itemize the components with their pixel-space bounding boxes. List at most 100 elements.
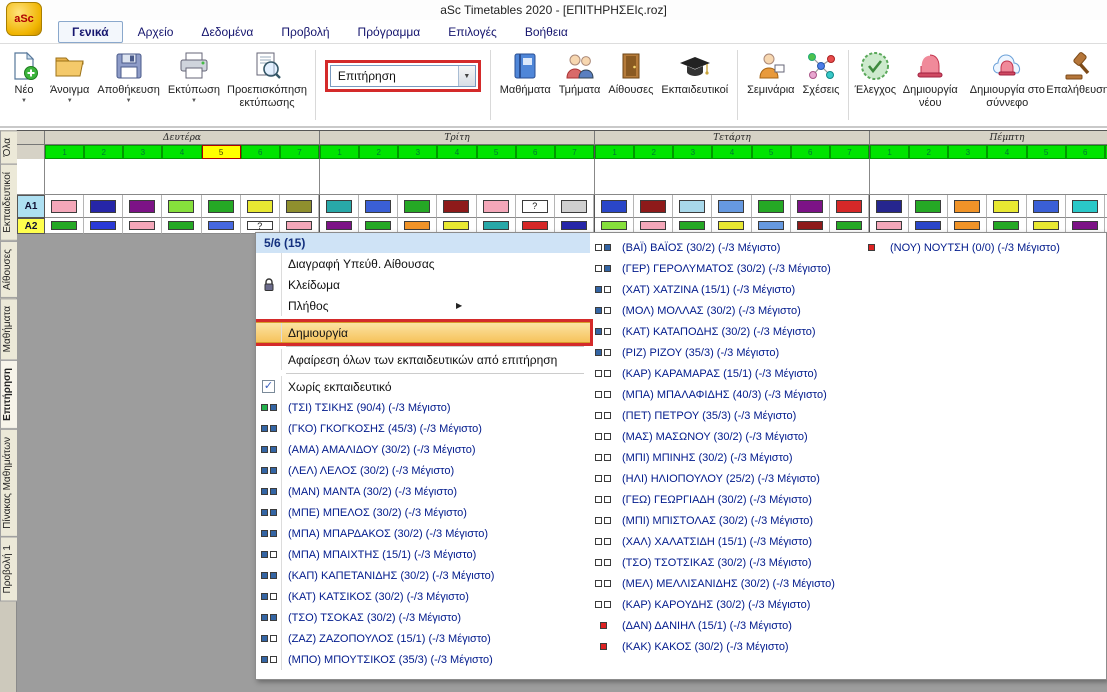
context-menu-item-generate[interactable]: Δημιουργία xyxy=(256,322,590,343)
context-menu-item-no-teacher[interactable]: ✓Χωρίς εκπαιδευτικό xyxy=(256,376,590,397)
timetable-cell[interactable] xyxy=(673,195,712,218)
teacher-item[interactable]: (ΜΠΕ) ΜΠΕΛΟΣ (30/2) (-/3 Μέγιστο) xyxy=(256,502,590,523)
teacher-item[interactable]: (ΗΛΙ) ΗΛΙΟΠΟΥΛΟΥ (25/2) (-/3 Μέγιστο) xyxy=(590,468,858,489)
empty-row-cell[interactable] xyxy=(595,159,870,195)
timetable-cell[interactable] xyxy=(870,195,909,218)
period-cell[interactable]: 3 xyxy=(673,145,712,159)
toolbar-button-relations[interactable]: Σχέσεις xyxy=(799,46,844,100)
period-cell[interactable]: 7 xyxy=(555,145,594,159)
context-menu-item-lock[interactable]: Κλείδωμα xyxy=(256,274,590,295)
toolbar-button-classrooms[interactable]: Αίθουσες xyxy=(604,46,657,100)
teacher-item[interactable]: (ΝΟΥ) ΝΟΥΤΣΗ (0/0) (-/3 Μέγιστο) xyxy=(858,237,1106,258)
teacher-item[interactable]: (ΜΕΛ) ΜΕΛΛΙΣΑΝΙΔΗΣ (30/2) (-/3 Μέγιστο) xyxy=(590,573,858,594)
toolbar-button-print-preview[interactable]: Προεπισκόπηση εκτύπωσης xyxy=(224,46,310,112)
period-cell[interactable]: 3 xyxy=(398,145,437,159)
toolbar-button-save[interactable]: Αποθήκευση▼ xyxy=(93,46,163,107)
timetable-cell[interactable] xyxy=(84,195,123,218)
toolbar-button-open-folder[interactable]: Άνοιγμα▼ xyxy=(46,46,93,107)
timetable-cell[interactable] xyxy=(634,195,673,218)
sidebar-tab-0[interactable]: Όλα xyxy=(0,130,17,164)
period-cell[interactable]: 5 xyxy=(752,145,791,159)
period-cell[interactable]: 5 xyxy=(477,145,516,159)
sidebar-tab-5[interactable]: Πίνακας Μαθημάτων xyxy=(0,429,17,537)
teacher-item[interactable]: (ΚΑΚ) ΚΑΚΟΣ (30/2) (-/3 Μέγιστο) xyxy=(590,636,858,657)
teacher-item[interactable]: (ΤΣΟ) ΤΣΟΚΑΣ (30/2) (-/3 Μέγιστο) xyxy=(256,607,590,628)
teacher-item[interactable]: (ΤΣΙ) ΤΣΙΚΗΣ (90/4) (-/3 Μέγιστο) xyxy=(256,397,590,418)
teacher-item[interactable]: (ΚΑΠ) ΚΑΠΕΤΑΝΙΔΗΣ (30/2) (-/3 Μέγιστο) xyxy=(256,565,590,586)
period-cell[interactable]: 6 xyxy=(791,145,830,159)
teacher-item[interactable]: (ΓΕΡ) ΓΕΡΟΛΥΜΑΤΟΣ (30/2) (-/3 Μέγιστο) xyxy=(590,258,858,279)
dropdown-caret-icon[interactable]: ▼ xyxy=(191,98,197,104)
period-cell-selected[interactable]: 5 xyxy=(202,145,241,159)
menu-item-0[interactable]: Γενικά xyxy=(58,21,123,43)
teacher-item[interactable]: (ΜΠΙ) ΜΠΙΝΗΣ (30/2) (-/3 Μέγιστο) xyxy=(590,447,858,468)
teacher-item[interactable]: (ΚΑΡ) ΚΑΡΑΜΑΡΑΣ (15/1) (-/3 Μέγιστο) xyxy=(590,363,858,384)
teacher-item[interactable]: (ΚΑΤ) ΚΑΤΣΙΚΟΣ (30/2) (-/3 Μέγιστο) xyxy=(256,586,590,607)
teacher-item[interactable]: (ΡΙΖ) ΡΙΖΟΥ (35/3) (-/3 Μέγιστο) xyxy=(590,342,858,363)
period-cell[interactable]: 4 xyxy=(987,145,1026,159)
teacher-item[interactable]: (ΜΠΑ) ΜΠΑΛΑΦΙΔΗΣ (40/3) (-/3 Μέγιστο) xyxy=(590,384,858,405)
teacher-item[interactable]: (ΜΠΑ) ΜΠΑΡΔΑΚΟΣ (30/2) (-/3 Μέγιστο) xyxy=(256,523,590,544)
timetable-cell[interactable] xyxy=(162,195,201,218)
row-label-A1[interactable]: A1 xyxy=(17,195,45,218)
sidebar-tab-4[interactable]: Επιτήρηση xyxy=(0,360,17,429)
teacher-item[interactable]: (ΚΑΡ) ΚΑΡΟΥΔΗΣ (30/2) (-/3 Μέγιστο) xyxy=(590,594,858,615)
period-cell[interactable]: 1 xyxy=(45,145,84,159)
period-cell[interactable]: 7 xyxy=(830,145,869,159)
timetable-cell[interactable] xyxy=(595,195,634,218)
teacher-item[interactable]: (ΓΚΟ) ΓΚΟΓΚΟΣΗΣ (45/3) (-/3 Μέγιστο) xyxy=(256,418,590,439)
checkbox-checked[interactable]: ✓ xyxy=(256,376,282,397)
menu-item-5[interactable]: Επιλογές xyxy=(435,22,510,42)
teacher-item[interactable]: (ΜΠΑ) ΜΠΑΙΧΤΗΣ (15/1) (-/3 Μέγιστο) xyxy=(256,544,590,565)
menu-item-1[interactable]: Αρχείο xyxy=(125,22,187,42)
dropdown-caret-icon[interactable]: ▼ xyxy=(21,98,27,104)
sidebar-tab-1[interactable]: Εκπαιδευτικοί xyxy=(0,164,17,241)
timetable-cell[interactable] xyxy=(45,218,84,234)
period-cell[interactable]: 5 xyxy=(1027,145,1066,159)
period-cell[interactable]: 1 xyxy=(320,145,359,159)
timetable-cell[interactable] xyxy=(45,195,84,218)
timetable-cell[interactable] xyxy=(987,195,1026,218)
dropdown-caret-icon[interactable]: ▼ xyxy=(67,98,73,104)
timetable-cell[interactable] xyxy=(712,195,751,218)
teacher-item[interactable]: (ΓΕΩ) ΓΕΩΡΓΙΑΔΗ (30/2) (-/3 Μέγιστο) xyxy=(590,489,858,510)
timetable-cell[interactable] xyxy=(437,195,476,218)
toolbar-button-classes[interactable]: Τμήματα xyxy=(555,46,605,100)
teacher-item[interactable]: (ΜΠΙ) ΜΠΙΣΤΟΛΑΣ (30/2) (-/3 Μέγιστο) xyxy=(590,510,858,531)
timetable-cell[interactable] xyxy=(162,218,201,234)
empty-row-cell[interactable] xyxy=(45,159,320,195)
context-menu-item-remove-all-teachers-from-supervision[interactable]: Αφαίρεση όλων των εκπαιδευτικών από επιτ… xyxy=(256,349,590,370)
context-menu-item-count[interactable]: Πλήθος▶ xyxy=(256,295,590,316)
teacher-item[interactable]: (ΜΟΛ) ΜΟΛΛΑΣ (30/2) (-/3 Μέγιστο) xyxy=(590,300,858,321)
empty-row-cell[interactable] xyxy=(320,159,595,195)
timetable-cell[interactable] xyxy=(791,195,830,218)
toolbar-button-print[interactable]: Εκτύπωση▼ xyxy=(164,46,224,107)
period-cell[interactable]: 1 xyxy=(870,145,909,159)
row-label-A2[interactable]: A2 xyxy=(17,218,45,234)
timetable-cell[interactable] xyxy=(752,195,791,218)
toolbar-button-lessons[interactable]: Μαθήματα xyxy=(496,46,555,100)
period-cell[interactable]: 4 xyxy=(162,145,201,159)
timetable-cell[interactable] xyxy=(830,195,869,218)
timetable-cell[interactable] xyxy=(241,195,280,218)
toolbar-button-teachers[interactable]: Εκπαιδευτικοί xyxy=(657,46,732,100)
timetable-cell[interactable] xyxy=(1027,195,1066,218)
empty-row-cell[interactable] xyxy=(870,159,1107,195)
timetable-cell[interactable] xyxy=(202,218,241,234)
period-cell[interactable]: 2 xyxy=(909,145,948,159)
menu-item-2[interactable]: Δεδομένα xyxy=(188,22,266,42)
teacher-item[interactable]: (ΠΕΤ) ΠΕΤΡΟΥ (35/3) (-/3 Μέγιστο) xyxy=(590,405,858,426)
sidebar-tab-2[interactable]: Αίθουσες xyxy=(0,241,17,298)
sidebar-tab-3[interactable]: Μαθήματα xyxy=(0,298,17,360)
period-cell[interactable]: 4 xyxy=(437,145,476,159)
period-cell[interactable]: 3 xyxy=(948,145,987,159)
teacher-item[interactable]: (ΚΑΤ) ΚΑΤΑΠΟΔΗΣ (30/2) (-/3 Μέγιστο) xyxy=(590,321,858,342)
timetable-cell[interactable] xyxy=(84,218,123,234)
timetable-cell[interactable] xyxy=(1066,195,1105,218)
timetable-cell[interactable] xyxy=(202,195,241,218)
timetable-cell[interactable] xyxy=(948,195,987,218)
view-mode-dropdown[interactable]: Επιτήρηση▼ xyxy=(330,65,476,87)
dropdown-arrow-icon[interactable]: ▼ xyxy=(458,66,475,86)
teacher-item[interactable]: (ΛΕΛ) ΛΕΛΟΣ (30/2) (-/3 Μέγιστο) xyxy=(256,460,590,481)
period-cell[interactable]: 2 xyxy=(84,145,123,159)
